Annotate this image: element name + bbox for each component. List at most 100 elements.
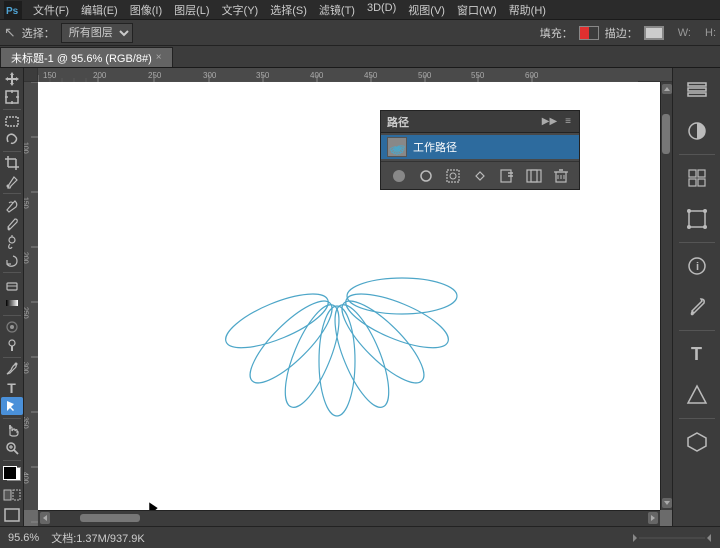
svg-text:300: 300 bbox=[203, 71, 217, 80]
menu-image[interactable]: 图像(I) bbox=[125, 1, 167, 19]
width-label: W: bbox=[678, 27, 691, 39]
tool-pen[interactable] bbox=[1, 361, 23, 378]
scroll-down-btn[interactable] bbox=[662, 498, 672, 508]
right-panels: i T bbox=[672, 68, 720, 526]
menu-view[interactable]: 视图(V) bbox=[403, 1, 450, 19]
tool-dodge[interactable] bbox=[1, 337, 23, 354]
menu-select[interactable]: 选择(S) bbox=[265, 1, 312, 19]
panel-3d[interactable] bbox=[677, 422, 717, 462]
tool-type[interactable]: T bbox=[1, 379, 23, 396]
tool-eyedropper[interactable] bbox=[1, 173, 23, 190]
panel-info[interactable]: i bbox=[677, 246, 717, 286]
stroke-swatch[interactable] bbox=[644, 26, 664, 40]
menu-file[interactable]: 文件(F) bbox=[28, 1, 74, 19]
stroke-label: 描边： bbox=[605, 25, 638, 41]
path-panel-menu[interactable]: ≡ bbox=[563, 116, 573, 127]
svg-text:150: 150 bbox=[24, 197, 29, 209]
tool-crop[interactable] bbox=[1, 155, 23, 172]
scrollbar-right[interactable] bbox=[660, 82, 672, 510]
panel-sep-1 bbox=[679, 154, 715, 155]
svg-text:350: 350 bbox=[24, 417, 29, 429]
path-make-btn[interactable] bbox=[470, 166, 490, 186]
tool-history-brush[interactable] bbox=[1, 252, 23, 269]
menu-window[interactable]: 窗口(W) bbox=[452, 1, 502, 19]
menu-3d[interactable]: 3D(D) bbox=[362, 1, 401, 19]
menu-help[interactable]: 帮助(H) bbox=[504, 1, 551, 19]
scroll-left-btn[interactable] bbox=[40, 512, 50, 524]
tool-sep-2 bbox=[3, 151, 21, 152]
svg-text:200: 200 bbox=[24, 252, 29, 264]
tool-move[interactable] bbox=[1, 70, 23, 87]
panel-channels[interactable] bbox=[677, 158, 717, 198]
menu-edit[interactable]: 编辑(E) bbox=[76, 1, 123, 19]
tool-brush[interactable] bbox=[1, 215, 23, 232]
tool-clone[interactable] bbox=[1, 234, 23, 251]
tab-main[interactable]: 未标题-1 @ 95.6% (RGB/8#) × bbox=[0, 47, 173, 67]
menu-bar: Ps 文件(F) 编辑(E) 图像(I) 图层(L) 文字(Y) 选择(S) 滤… bbox=[0, 0, 720, 20]
h-label: H: bbox=[705, 27, 716, 39]
path-new-btn[interactable] bbox=[497, 166, 517, 186]
svg-text:250: 250 bbox=[24, 307, 29, 319]
nav-arrows bbox=[632, 531, 712, 545]
tool-arrow: ↖ bbox=[4, 24, 16, 41]
panel-transform[interactable] bbox=[677, 199, 717, 239]
tool-sep-8 bbox=[3, 460, 21, 461]
tool-blur[interactable] bbox=[1, 318, 23, 335]
options-bar: ↖ 选择： 所有图层 填充： 描边： W: H: bbox=[0, 20, 720, 46]
path-load-btn[interactable] bbox=[443, 166, 463, 186]
path-panel-header: 路径 ▶▶ ≡ bbox=[381, 111, 579, 133]
tool-gradient[interactable] bbox=[1, 294, 23, 311]
scroll-thumb-v[interactable] bbox=[662, 114, 670, 154]
svg-text:i: i bbox=[696, 261, 699, 273]
ruler-corner bbox=[24, 68, 38, 82]
tool-sep-3 bbox=[3, 193, 21, 194]
menu-items: 文件(F) 编辑(E) 图像(I) 图层(L) 文字(Y) 选择(S) 滤镜(T… bbox=[28, 1, 551, 19]
scroll-right-btn[interactable] bbox=[648, 512, 658, 524]
panel-layers[interactable] bbox=[677, 70, 717, 110]
fill-swatch[interactable] bbox=[579, 26, 599, 40]
zoom-level: 95.6% bbox=[8, 532, 39, 544]
fill-label: 填充： bbox=[540, 25, 573, 41]
path-item-work[interactable]: 工作路径 bbox=[381, 135, 579, 159]
tab-close-btn[interactable]: × bbox=[156, 52, 162, 63]
tool-spot-heal[interactable] bbox=[1, 197, 23, 214]
svg-text:300: 300 bbox=[24, 362, 29, 374]
status-bar: 95.6% 文档:1.37M/937.9K bbox=[0, 526, 720, 548]
path-stroke-btn[interactable] bbox=[416, 166, 436, 186]
path-panel-title: 路径 bbox=[387, 114, 409, 130]
tool-lasso[interactable] bbox=[1, 131, 23, 148]
main-layout: T bbox=[0, 68, 720, 526]
menu-filter[interactable]: 滤镜(T) bbox=[314, 1, 360, 19]
panel-type-tool[interactable]: T bbox=[677, 334, 717, 374]
tool-quick-mask[interactable] bbox=[1, 486, 23, 504]
tool-path-select[interactable] bbox=[1, 397, 23, 414]
select-dropdown[interactable]: 所有图层 bbox=[61, 23, 133, 43]
svg-text:250: 250 bbox=[148, 71, 162, 80]
panel-brush-settings[interactable] bbox=[677, 287, 717, 327]
scroll-thumb-h[interactable] bbox=[80, 514, 140, 522]
tool-zoom[interactable] bbox=[1, 440, 23, 457]
scroll-up-btn[interactable] bbox=[662, 84, 672, 94]
fg-color[interactable] bbox=[3, 466, 17, 480]
tool-select-rect[interactable] bbox=[1, 112, 23, 129]
path-delete-btn[interactable] bbox=[551, 166, 571, 186]
tool-artboard[interactable] bbox=[1, 88, 23, 105]
svg-text:100: 100 bbox=[24, 142, 29, 154]
tool-screen-mode[interactable] bbox=[1, 507, 23, 524]
panel-adjustments[interactable] bbox=[677, 111, 717, 151]
path-panel-expand[interactable]: ▶▶ bbox=[540, 116, 559, 127]
svg-text:400: 400 bbox=[24, 472, 29, 484]
color-swatches[interactable] bbox=[1, 464, 23, 483]
panel-sep-2 bbox=[679, 242, 715, 243]
scrollbar-bottom[interactable] bbox=[38, 510, 660, 526]
path-add-btn[interactable] bbox=[524, 166, 544, 186]
panel-shapes[interactable] bbox=[677, 375, 717, 415]
menu-layer[interactable]: 图层(L) bbox=[169, 1, 214, 19]
ps-logo: Ps bbox=[4, 1, 22, 19]
path-fill-btn[interactable] bbox=[389, 166, 409, 186]
tool-hand[interactable] bbox=[1, 422, 23, 439]
panel-sep-4 bbox=[679, 418, 715, 419]
menu-type[interactable]: 文字(Y) bbox=[217, 1, 264, 19]
path-name-work: 工作路径 bbox=[413, 139, 457, 155]
tool-eraser[interactable] bbox=[1, 276, 23, 293]
